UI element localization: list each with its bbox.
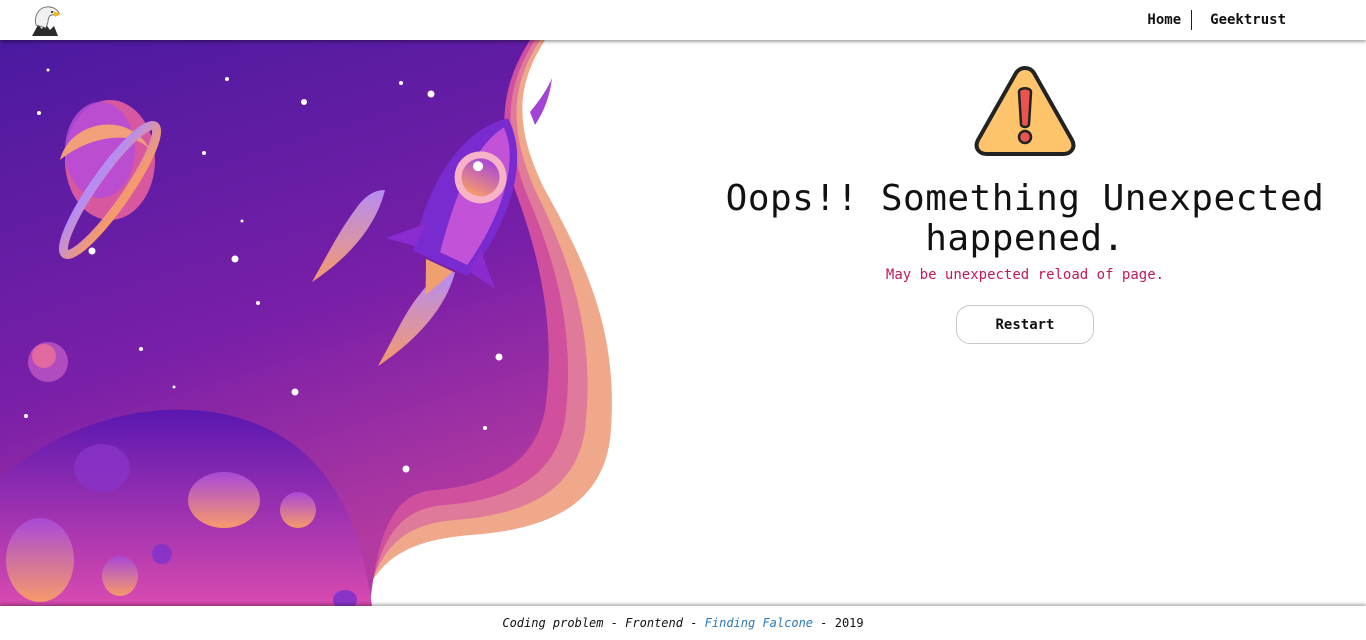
nav-home-link[interactable]: Home — [1147, 12, 1181, 28]
restart-button[interactable]: Restart — [956, 305, 1094, 344]
error-subtitle: May be unexpected reload of page. — [885, 267, 1165, 283]
footer-separator: - — [813, 616, 835, 630]
finding-falcone-link[interactable]: Finding Falcone — [705, 616, 813, 630]
error-title: Oops!! Something Unexpected happened. — [725, 178, 1325, 259]
main-nav: Home Geektrust — [1147, 10, 1286, 30]
page-footer: Coding problem - Frontend - Finding Falc… — [0, 606, 1366, 640]
footer-year: 2019 — [834, 616, 864, 630]
top-header: Home Geektrust — [0, 0, 1366, 40]
error-panel: Oops!! Something Unexpected happened. Ma… — [700, 40, 1350, 600]
footer-text: Coding problem - Frontend - — [502, 616, 705, 630]
space-illustration — [0, 40, 612, 606]
warning-triangle-icon — [974, 65, 1076, 156]
nav-divider — [1191, 10, 1193, 30]
eagle-icon[interactable] — [28, 3, 62, 37]
nav-geektrust-link[interactable]: Geektrust — [1210, 12, 1286, 28]
